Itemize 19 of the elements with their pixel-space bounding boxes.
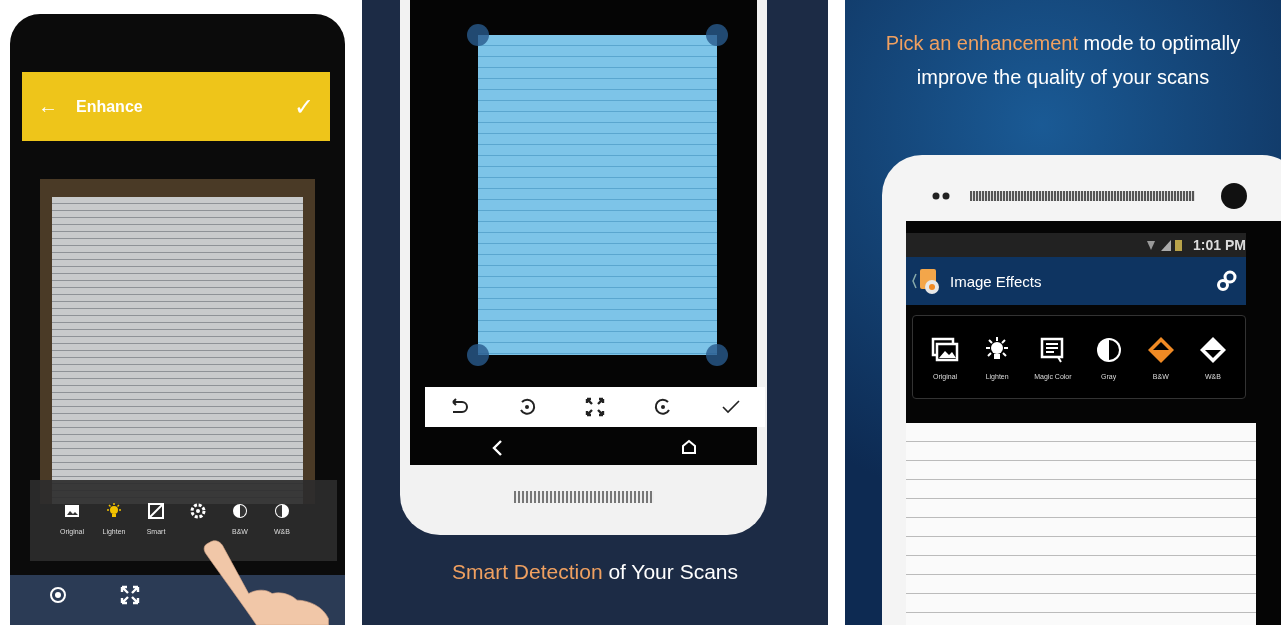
camera-lens: [1221, 183, 1247, 209]
picture-icon: [147, 501, 165, 520]
status-time: 1:01 PM: [1193, 237, 1246, 253]
crop-handle[interactable]: [706, 24, 728, 46]
caption-text: Smart Detection of Your Scans: [451, 560, 739, 584]
bulb-icon: [105, 501, 123, 520]
screen-title: Image Effects: [950, 272, 1042, 290]
crop-handle[interactable]: [467, 344, 489, 366]
gears-icon[interactable]: [1216, 270, 1238, 292]
expand-icon[interactable]: [584, 396, 606, 418]
gear-icon: [189, 501, 207, 520]
crop-handle[interactable]: [706, 344, 728, 366]
home-icon[interactable]: [681, 439, 697, 455]
contrast-icon: [273, 501, 291, 520]
contrast-icon: [231, 501, 249, 520]
crop-handle[interactable]: [467, 24, 489, 46]
rotate-icon[interactable]: [48, 584, 68, 605]
heading-text: Pick an enhancement mode to optimally improve the quality of your scans: [884, 31, 1242, 90]
screen-title: Enhance: [76, 97, 143, 116]
